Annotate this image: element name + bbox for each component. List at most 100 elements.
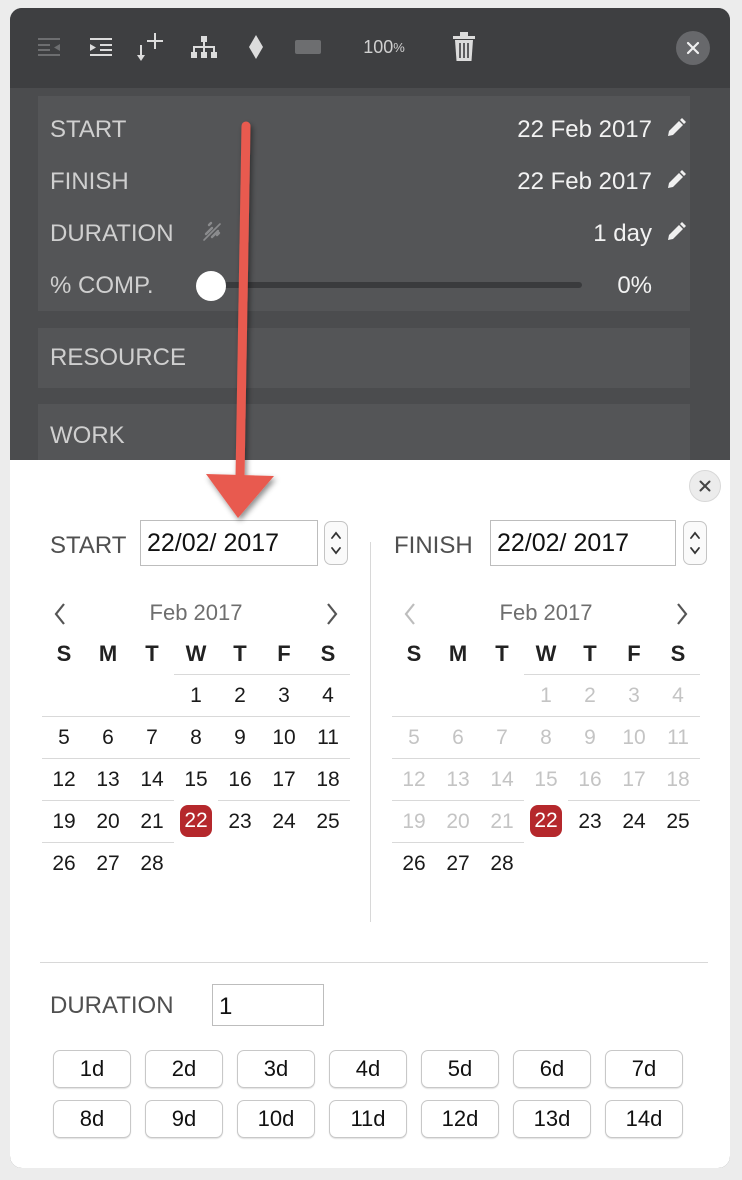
outdent-icon[interactable] [34, 30, 64, 64]
start-calendar-day-9[interactable]: 9 [218, 716, 262, 758]
milestone-icon[interactable] [244, 30, 268, 64]
start-calendar-day-6[interactable]: 6 [86, 716, 130, 758]
start-calendar-day-19[interactable]: 19 [42, 800, 86, 842]
finish-calendar-day-11[interactable]: 11 [656, 716, 700, 758]
edit-start-pencil-icon[interactable] [664, 116, 688, 140]
finish-calendar-day-17[interactable]: 17 [612, 758, 656, 800]
start-calendar-day-4[interactable]: 4 [306, 674, 350, 716]
insert-task-icon[interactable] [134, 30, 168, 64]
finish-calendar-day-15[interactable]: 15 [524, 758, 568, 800]
start-calendar-day-16[interactable]: 16 [218, 758, 262, 800]
finish-calendar-day-12[interactable]: 12 [392, 758, 436, 800]
finish-calendar-day-1[interactable]: 1 [524, 674, 568, 716]
start-calendar-day-28[interactable]: 28 [130, 842, 174, 884]
duration-preset-10d-button[interactable]: 10d [237, 1100, 315, 1138]
calendar-month-title: Feb 2017 [149, 600, 243, 625]
trash-icon[interactable] [450, 30, 478, 64]
task-bar-icon[interactable] [294, 30, 322, 64]
finish-calendar-day-6[interactable]: 6 [436, 716, 480, 758]
complete-slider-knob[interactable] [196, 271, 226, 301]
hierarchy-icon[interactable] [188, 30, 220, 64]
finish-calendar-day-27[interactable]: 27 [436, 842, 480, 884]
duration-preset-3d-button[interactable]: 3d [237, 1050, 315, 1088]
finish-calendar-day-9[interactable]: 9 [568, 716, 612, 758]
finish-calendar-day-21[interactable]: 21 [480, 800, 524, 842]
start-calendar-day-21[interactable]: 21 [130, 800, 174, 842]
finish-calendar-day-28[interactable]: 28 [480, 842, 524, 884]
start-calendar-day-24[interactable]: 24 [262, 800, 306, 842]
next-month-chevron-icon[interactable] [670, 600, 694, 628]
calendar-empty-cell [130, 674, 174, 716]
start-value[interactable]: 22 Feb 2017 [517, 116, 652, 144]
unlink-icon[interactable] [200, 220, 224, 244]
finish-calendar-day-22[interactable]: 22 [524, 800, 568, 842]
start-calendar-day-12[interactable]: 12 [42, 758, 86, 800]
indent-icon[interactable] [86, 30, 116, 64]
duration-preset-4d-button[interactable]: 4d [329, 1050, 407, 1088]
finish-value[interactable]: 22 Feb 2017 [517, 168, 652, 196]
finish-calendar-day-7[interactable]: 7 [480, 716, 524, 758]
close-panel-button[interactable] [676, 31, 710, 65]
duration-preset-13d-button[interactable]: 13d [513, 1100, 591, 1138]
duration-preset-6d-button[interactable]: 6d [513, 1050, 591, 1088]
duration-preset-7d-button[interactable]: 7d [605, 1050, 683, 1088]
start-calendar-day-23[interactable]: 23 [218, 800, 262, 842]
finish-calendar-day-23[interactable]: 23 [568, 800, 612, 842]
zoom-level[interactable]: 100% [356, 30, 412, 64]
duration-preset-14d-button[interactable]: 14d [605, 1100, 683, 1138]
duration-preset-2d-button[interactable]: 2d [145, 1050, 223, 1088]
duration-field[interactable]: 1 [212, 984, 324, 1026]
finish-calendar-day-4[interactable]: 4 [656, 674, 700, 716]
complete-slider-track[interactable] [210, 282, 582, 288]
close-popover-button[interactable] [689, 470, 721, 502]
duration-preset-9d-button[interactable]: 9d [145, 1100, 223, 1138]
duration-preset-8d-button[interactable]: 8d [53, 1100, 131, 1138]
weekday-label: M [98, 641, 118, 666]
start-calendar-day-27[interactable]: 27 [86, 842, 130, 884]
duration-preset-12d-button[interactable]: 12d [421, 1100, 499, 1138]
duration-preset-5d-button[interactable]: 5d [421, 1050, 499, 1088]
start-calendar-day-22[interactable]: 22 [174, 800, 218, 842]
finish-date-stepper[interactable] [683, 521, 707, 565]
finish-calendar-day-13[interactable]: 13 [436, 758, 480, 800]
finish-calendar-day-3[interactable]: 3 [612, 674, 656, 716]
start-calendar-day-14[interactable]: 14 [130, 758, 174, 800]
edit-duration-pencil-icon[interactable] [664, 220, 688, 244]
start-calendar-day-1[interactable]: 1 [174, 674, 218, 716]
start-calendar-day-15[interactable]: 15 [174, 758, 218, 800]
edit-finish-pencil-icon[interactable] [664, 168, 688, 192]
finish-calendar-day-24[interactable]: 24 [612, 800, 656, 842]
finish-calendar-day-14[interactable]: 14 [480, 758, 524, 800]
start-calendar-day-10[interactable]: 10 [262, 716, 306, 758]
start-calendar-day-13[interactable]: 13 [86, 758, 130, 800]
start-calendar-day-5[interactable]: 5 [42, 716, 86, 758]
start-date-field[interactable]: 22/02/ 2017 [140, 520, 318, 566]
finish-calendar-day-5[interactable]: 5 [392, 716, 436, 758]
resource-section[interactable]: RESOURCE [38, 328, 690, 388]
start-calendar-day-26[interactable]: 26 [42, 842, 86, 884]
start-calendar-day-18[interactable]: 18 [306, 758, 350, 800]
start-calendar-day-8[interactable]: 8 [174, 716, 218, 758]
duration-value[interactable]: 1 day [593, 220, 652, 248]
start-calendar-day-20[interactable]: 20 [86, 800, 130, 842]
start-calendar-day-17[interactable]: 17 [262, 758, 306, 800]
finish-calendar-day-20[interactable]: 20 [436, 800, 480, 842]
finish-calendar-day-25[interactable]: 25 [656, 800, 700, 842]
finish-calendar-day-2[interactable]: 2 [568, 674, 612, 716]
start-calendar-day-7[interactable]: 7 [130, 716, 174, 758]
start-date-stepper[interactable] [324, 521, 348, 565]
start-calendar-day-2[interactable]: 2 [218, 674, 262, 716]
finish-calendar-day-10[interactable]: 10 [612, 716, 656, 758]
start-calendar-day-3[interactable]: 3 [262, 674, 306, 716]
finish-calendar-day-18[interactable]: 18 [656, 758, 700, 800]
next-month-chevron-icon[interactable] [320, 600, 344, 628]
start-calendar-day-11[interactable]: 11 [306, 716, 350, 758]
finish-date-field[interactable]: 22/02/ 2017 [490, 520, 676, 566]
finish-calendar-day-19[interactable]: 19 [392, 800, 436, 842]
finish-calendar-day-16[interactable]: 16 [568, 758, 612, 800]
duration-preset-1d-button[interactable]: 1d [53, 1050, 131, 1088]
start-calendar-day-25[interactable]: 25 [306, 800, 350, 842]
duration-preset-11d-button[interactable]: 11d [329, 1100, 407, 1138]
finish-calendar-day-8[interactable]: 8 [524, 716, 568, 758]
finish-calendar-day-26[interactable]: 26 [392, 842, 436, 884]
